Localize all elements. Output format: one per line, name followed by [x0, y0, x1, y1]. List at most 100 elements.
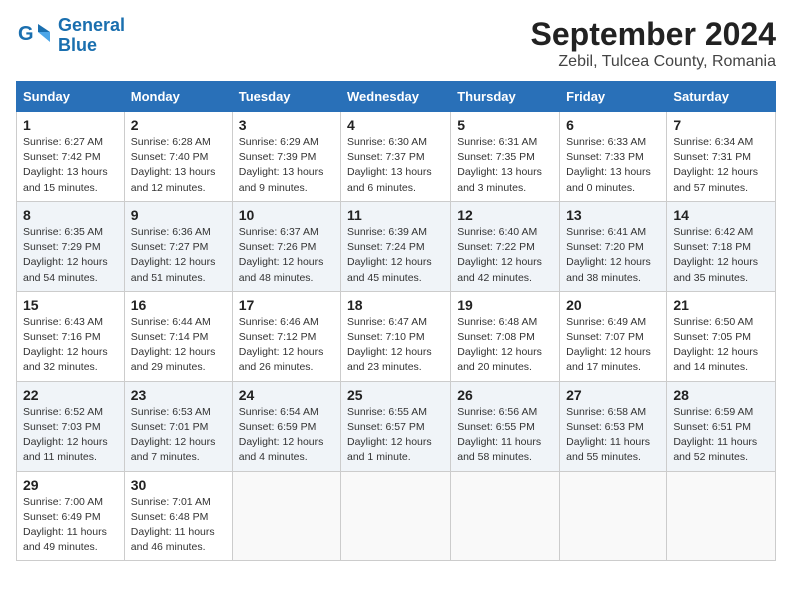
day-info: Sunrise: 6:46 AM Sunset: 7:12 PM Dayligh…: [239, 315, 334, 376]
day-info: Sunrise: 6:42 AM Sunset: 7:18 PM Dayligh…: [673, 225, 769, 286]
day-number: 20: [566, 297, 660, 313]
calendar-cell: [451, 471, 560, 561]
calendar-cell: 3Sunrise: 6:29 AM Sunset: 7:39 PM Daylig…: [232, 112, 340, 202]
calendar-cell: 9 Sunrise: 6:36 AM Sunset: 7:27 PM Daylig…: [124, 201, 232, 291]
day-number: 16: [131, 297, 226, 313]
calendar-cell: 21 Sunrise: 6:50 AM Sunset: 7:05 PM Dayli…: [667, 291, 776, 381]
day-number: 22: [23, 387, 118, 403]
day-number: 13: [566, 207, 660, 223]
day-number: 9: [131, 207, 226, 223]
calendar-cell: 17 Sunrise: 6:46 AM Sunset: 7:12 PM Dayli…: [232, 291, 340, 381]
day-info: Sunrise: 6:59 AM Sunset: 6:51 PM Dayligh…: [673, 405, 769, 466]
day-number: 6: [566, 117, 660, 133]
calendar-cell: 5 Sunrise: 6:31 AM Sunset: 7:35 PM Daylig…: [451, 112, 560, 202]
location-title: Zebil, Tulcea County, Romania: [531, 53, 776, 71]
calendar-cell: 25 Sunrise: 6:55 AM Sunset: 6:57 PM Dayli…: [341, 381, 451, 471]
header-friday: Friday: [560, 82, 667, 112]
day-number: 27: [566, 387, 660, 403]
day-info: Sunrise: 6:43 AM Sunset: 7:16 PM Dayligh…: [23, 315, 118, 376]
calendar-header-row: SundayMondayTuesdayWednesdayThursdayFrid…: [17, 82, 776, 112]
day-number: 21: [673, 297, 769, 313]
day-number: 14: [673, 207, 769, 223]
day-info: Sunrise: 6:52 AM Sunset: 7:03 PM Dayligh…: [23, 405, 118, 466]
logo-line2: Blue: [58, 35, 97, 55]
day-number: 24: [239, 387, 334, 403]
month-title: September 2024: [531, 16, 776, 53]
day-info: Sunrise: 6:31 AM Sunset: 7:35 PM Dayligh…: [457, 135, 553, 196]
day-number: 3: [239, 117, 334, 133]
day-number: 5: [457, 117, 553, 133]
day-info: Sunrise: 6:40 AM Sunset: 7:22 PM Dayligh…: [457, 225, 553, 286]
day-info: Sunrise: 6:44 AM Sunset: 7:14 PM Dayligh…: [131, 315, 226, 376]
day-number: 7: [673, 117, 769, 133]
day-info: Sunrise: 6:54 AM Sunset: 6:59 PM Dayligh…: [239, 405, 334, 466]
day-info: Sunrise: 6:56 AM Sunset: 6:55 PM Dayligh…: [457, 405, 553, 466]
day-info: Sunrise: 6:49 AM Sunset: 7:07 PM Dayligh…: [566, 315, 660, 376]
day-number: 18: [347, 297, 444, 313]
header-saturday: Saturday: [667, 82, 776, 112]
calendar-cell: 23 Sunrise: 6:53 AM Sunset: 7:01 PM Dayli…: [124, 381, 232, 471]
calendar-cell: 15 Sunrise: 6:43 AM Sunset: 7:16 PM Dayli…: [17, 291, 125, 381]
day-info: Sunrise: 6:47 AM Sunset: 7:10 PM Dayligh…: [347, 315, 444, 376]
day-info: Sunrise: 6:30 AM Sunset: 7:37 PM Dayligh…: [347, 135, 444, 196]
day-info: Sunrise: 6:55 AM Sunset: 6:57 PM Dayligh…: [347, 405, 444, 466]
calendar-cell: 18 Sunrise: 6:47 AM Sunset: 7:10 PM Dayli…: [341, 291, 451, 381]
day-info: Sunrise: 6:48 AM Sunset: 7:08 PM Dayligh…: [457, 315, 553, 376]
calendar-cell: 16 Sunrise: 6:44 AM Sunset: 7:14 PM Dayli…: [124, 291, 232, 381]
calendar-cell: 8Sunrise: 6:35 AM Sunset: 7:29 PM Daylig…: [17, 201, 125, 291]
day-number: 2: [131, 117, 226, 133]
calendar-week-row: 1 Sunrise: 6:27 AM Sunset: 7:42 PM Daylig…: [17, 112, 776, 202]
title-block: September 2024 Zebil, Tulcea County, Rom…: [531, 16, 776, 71]
calendar-cell: 12 Sunrise: 6:40 AM Sunset: 7:22 PM Dayli…: [451, 201, 560, 291]
calendar-cell: 10Sunrise: 6:37 AM Sunset: 7:26 PM Dayli…: [232, 201, 340, 291]
day-number: 25: [347, 387, 444, 403]
calendar-week-row: 15 Sunrise: 6:43 AM Sunset: 7:16 PM Dayli…: [17, 291, 776, 381]
calendar-cell: [232, 471, 340, 561]
calendar-cell: [560, 471, 667, 561]
calendar-cell: 29Sunrise: 7:00 AM Sunset: 6:49 PM Dayli…: [17, 471, 125, 561]
day-info: Sunrise: 7:00 AM Sunset: 6:49 PM Dayligh…: [23, 495, 118, 556]
calendar-cell: [341, 471, 451, 561]
calendar-cell: 7 Sunrise: 6:34 AM Sunset: 7:31 PM Daylig…: [667, 112, 776, 202]
logo: G General Blue: [16, 16, 125, 56]
logo-icon: G: [16, 18, 52, 54]
header-sunday: Sunday: [17, 82, 125, 112]
calendar-cell: 1 Sunrise: 6:27 AM Sunset: 7:42 PM Daylig…: [17, 112, 125, 202]
day-number: 26: [457, 387, 553, 403]
calendar-cell: 19Sunrise: 6:48 AM Sunset: 7:08 PM Dayli…: [451, 291, 560, 381]
calendar-cell: 26 Sunrise: 6:56 AM Sunset: 6:55 PM Dayli…: [451, 381, 560, 471]
calendar-cell: 24 Sunrise: 6:54 AM Sunset: 6:59 PM Dayli…: [232, 381, 340, 471]
calendar-cell: 27Sunrise: 6:58 AM Sunset: 6:53 PM Dayli…: [560, 381, 667, 471]
svg-text:G: G: [18, 23, 34, 45]
calendar-cell: [667, 471, 776, 561]
day-info: Sunrise: 6:50 AM Sunset: 7:05 PM Dayligh…: [673, 315, 769, 376]
day-number: 17: [239, 297, 334, 313]
calendar-cell: 14 Sunrise: 6:42 AM Sunset: 7:18 PM Dayli…: [667, 201, 776, 291]
day-number: 12: [457, 207, 553, 223]
day-info: Sunrise: 6:39 AM Sunset: 7:24 PM Dayligh…: [347, 225, 444, 286]
calendar-cell: 6Sunrise: 6:33 AM Sunset: 7:33 PM Daylig…: [560, 112, 667, 202]
day-number: 1: [23, 117, 118, 133]
calendar-cell: 20 Sunrise: 6:49 AM Sunset: 7:07 PM Dayli…: [560, 291, 667, 381]
day-info: Sunrise: 6:28 AM Sunset: 7:40 PM Dayligh…: [131, 135, 226, 196]
day-info: Sunrise: 6:53 AM Sunset: 7:01 PM Dayligh…: [131, 405, 226, 466]
header-tuesday: Tuesday: [232, 82, 340, 112]
calendar-cell: 4 Sunrise: 6:30 AM Sunset: 7:37 PM Daylig…: [341, 112, 451, 202]
calendar-cell: 2 Sunrise: 6:28 AM Sunset: 7:40 PM Daylig…: [124, 112, 232, 202]
calendar-cell: 11Sunrise: 6:39 AM Sunset: 7:24 PM Dayli…: [341, 201, 451, 291]
day-number: 8: [23, 207, 118, 223]
header-monday: Monday: [124, 82, 232, 112]
day-number: 15: [23, 297, 118, 313]
day-info: Sunrise: 6:37 AM Sunset: 7:26 PM Dayligh…: [239, 225, 334, 286]
day-info: Sunrise: 6:34 AM Sunset: 7:31 PM Dayligh…: [673, 135, 769, 196]
page-header: G General Blue September 2024 Zebil, Tul…: [16, 16, 776, 71]
day-info: Sunrise: 6:36 AM Sunset: 7:27 PM Dayligh…: [131, 225, 226, 286]
calendar-week-row: 8Sunrise: 6:35 AM Sunset: 7:29 PM Daylig…: [17, 201, 776, 291]
day-number: 4: [347, 117, 444, 133]
logo-line1: General: [58, 15, 125, 35]
header-thursday: Thursday: [451, 82, 560, 112]
day-info: Sunrise: 6:27 AM Sunset: 7:42 PM Dayligh…: [23, 135, 118, 196]
calendar-week-row: 29Sunrise: 7:00 AM Sunset: 6:49 PM Dayli…: [17, 471, 776, 561]
day-number: 23: [131, 387, 226, 403]
day-info: Sunrise: 7:01 AM Sunset: 6:48 PM Dayligh…: [131, 495, 226, 556]
